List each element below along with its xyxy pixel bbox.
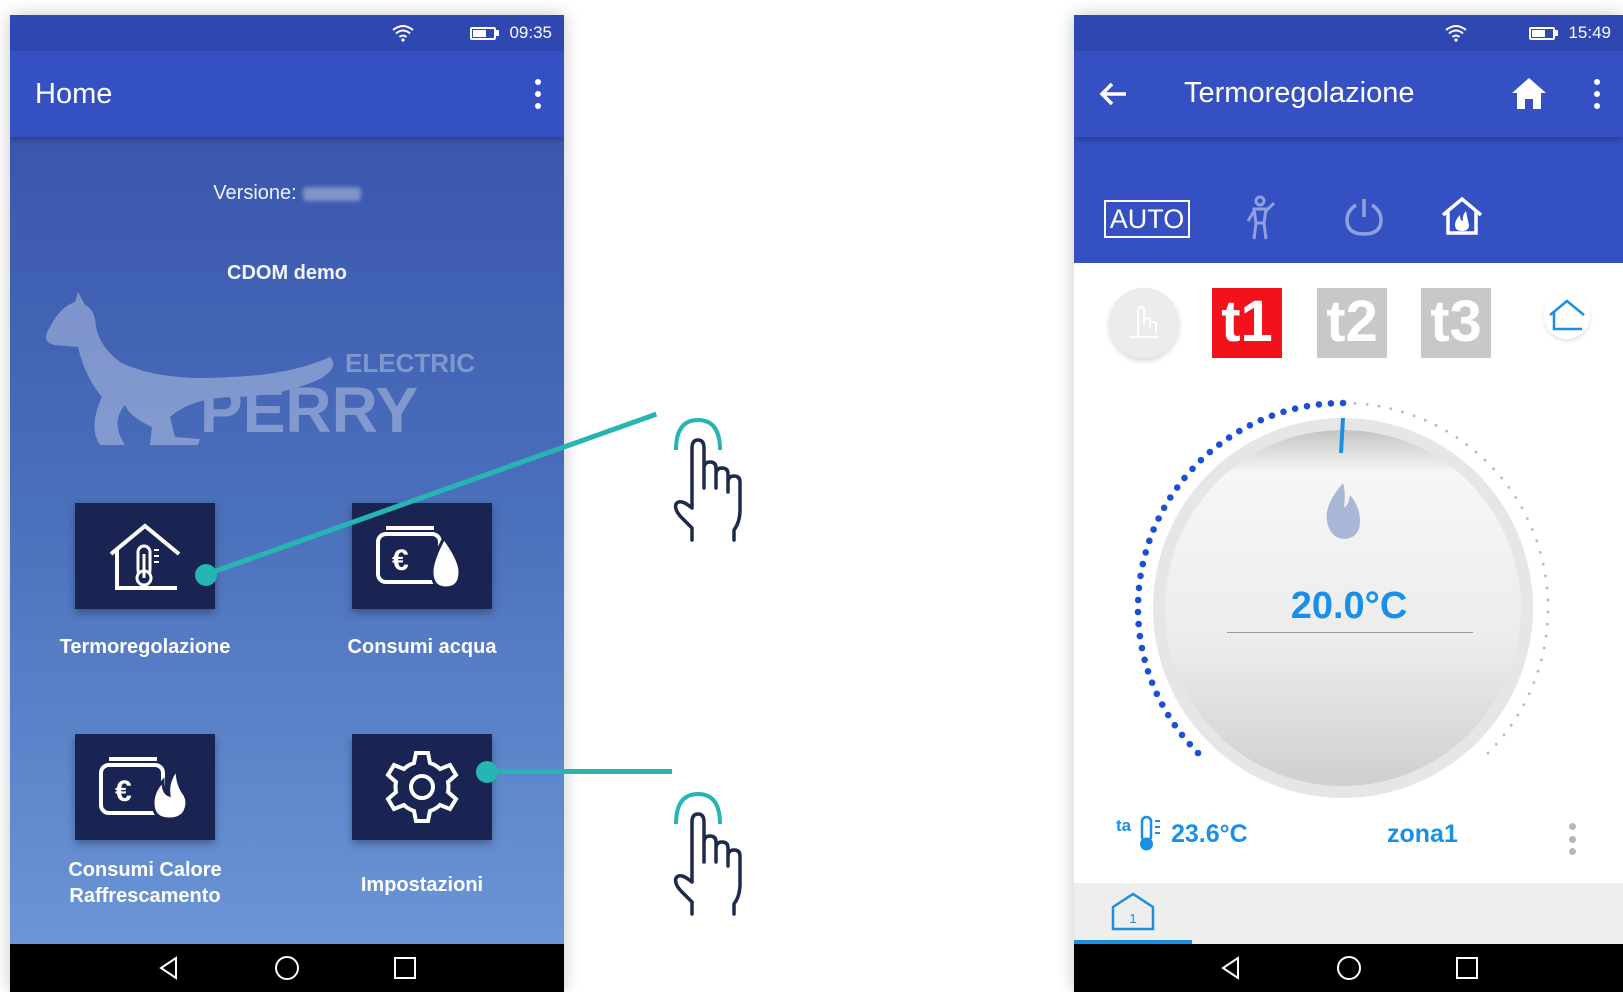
consumi-calore-tile[interactable]: € <box>75 734 215 840</box>
status-bar: 15:49 <box>1074 15 1623 51</box>
impostazioni-label: Impostazioni <box>360 874 484 896</box>
t3-button[interactable]: t3 <box>1421 288 1491 358</box>
ambient-row: ta 23.6°C zona1 <box>1114 808 1584 858</box>
zone-house-icon: 1 <box>1111 892 1155 930</box>
nav-recents-icon[interactable] <box>391 954 419 982</box>
manual-mode-button[interactable] <box>1109 288 1179 358</box>
nav-home-icon[interactable] <box>273 954 301 982</box>
zone-house-button[interactable] <box>1544 293 1590 339</box>
power-icon[interactable] <box>1344 195 1384 237</box>
nav-home-icon[interactable] <box>1335 954 1363 982</box>
app-bar: Termoregolazione <box>1074 51 1623 137</box>
connector-dot-termoregolazione <box>195 564 217 586</box>
android-nav-bar <box>10 944 564 992</box>
impostazioni-tile[interactable] <box>352 734 492 840</box>
nav-back-icon[interactable] <box>155 954 183 982</box>
wifi-icon <box>392 25 415 42</box>
connector-dot-impostazioni <box>476 761 498 783</box>
ambient-temperature: 23.6°C <box>1171 820 1248 848</box>
ambient-prefix: ta <box>1116 816 1132 835</box>
version-label: Versione: <box>213 182 297 204</box>
consumi-acqua-tile[interactable]: € <box>352 503 492 609</box>
company-name: CDOM demo <box>227 262 347 284</box>
overflow-menu-icon[interactable] <box>1593 79 1601 109</box>
app-bar: Home <box>10 51 564 137</box>
termoregolazione-label: Termoregolazione <box>59 636 231 658</box>
tap-gesture-icon <box>673 791 742 916</box>
phone-thermoregulation-screen: 15:49 Termoregolazione AUTO t1 t2 t3 20.… <box>1074 15 1623 992</box>
gear-icon <box>385 751 459 823</box>
phone-home-screen: 09:35 Home Versione: CDOM demo ELECTRIC … <box>10 15 564 992</box>
house-outline-icon <box>1549 299 1585 331</box>
tap-gesture-icon <box>673 417 742 542</box>
home-content: Versione: CDOM demo ELECTRIC PERRY Termo… <box>10 137 564 944</box>
overflow-menu-icon[interactable] <box>534 79 542 109</box>
status-time: 09:35 <box>509 23 552 42</box>
t2-button[interactable]: t2 <box>1317 288 1387 358</box>
status-time: 15:49 <box>1568 23 1611 42</box>
svg-text:€: € <box>392 544 409 577</box>
zone-menu-icon[interactable] <box>1569 823 1577 855</box>
consumi-acqua-label: Consumi acqua <box>347 636 497 658</box>
consumi-calore-label-line2: Raffrescamento <box>69 885 221 907</box>
zone-tabs: 1 <box>1074 883 1623 944</box>
wallet-flame-icon: € <box>99 757 189 821</box>
setpoint-temperature: 20.0°C <box>1290 585 1408 627</box>
wifi-icon <box>1445 25 1468 42</box>
android-nav-bar <box>1074 944 1623 992</box>
nav-back-icon[interactable] <box>1217 954 1245 982</box>
perry-kangaroo-logo: ELECTRIC PERRY <box>46 292 475 446</box>
version-row: Versione: <box>10 182 564 205</box>
battery-icon <box>1529 26 1559 40</box>
thermometer-icon <box>1140 815 1160 851</box>
page-title: Termoregolazione <box>1184 77 1415 109</box>
touch-hand-icon <box>1130 305 1158 338</box>
zone-name: zona1 <box>1387 820 1458 848</box>
holiday-person-icon[interactable] <box>1244 195 1278 241</box>
nav-recents-icon[interactable] <box>1453 954 1481 982</box>
back-arrow-icon[interactable] <box>1098 79 1130 109</box>
connector-line-impostazioni <box>486 769 672 774</box>
battery-icon <box>470 26 500 40</box>
setpoint-divider <box>1227 632 1473 633</box>
house-flame-icon[interactable] <box>1440 195 1484 237</box>
thermostat-panel: t1 t2 t3 20.0°C ta 23.6°C zona1 <box>1074 263 1623 883</box>
zone-tab-1[interactable]: 1 <box>1074 883 1192 944</box>
version-value-redacted <box>302 186 361 201</box>
termoregolazione-tile[interactable] <box>75 503 215 609</box>
t1-button[interactable]: t1 <box>1212 288 1282 358</box>
auto-mode-button[interactable]: AUTO <box>1104 200 1190 238</box>
wallet-water-icon: € <box>376 526 462 590</box>
consumi-calore-label-line1: Consumi Calore <box>68 859 222 881</box>
house-thermometer-icon <box>109 523 181 590</box>
logo-perry-text: PERRY <box>200 374 418 446</box>
mode-toolbar: AUTO <box>1074 137 1623 263</box>
home-icon[interactable] <box>1510 75 1548 111</box>
zone-tab-number: 1 <box>1129 911 1136 926</box>
svg-text:€: € <box>115 775 132 808</box>
consumi-calore-label: Consumi Calore Raffrescamento <box>25 857 265 909</box>
page-title: Home <box>35 77 113 110</box>
status-bar: 09:35 <box>10 15 564 51</box>
